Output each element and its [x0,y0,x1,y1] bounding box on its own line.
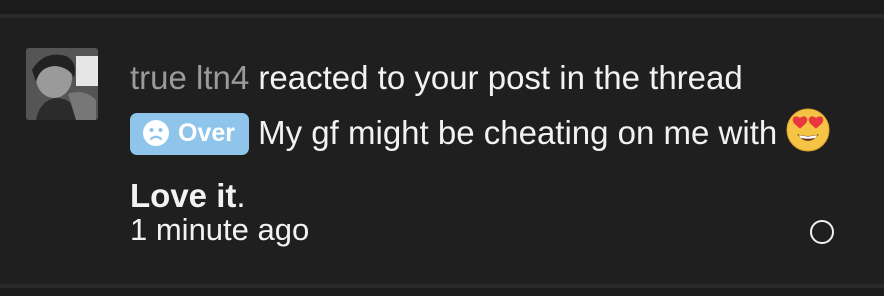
circle-outline-icon[interactable] [810,220,834,244]
alert-text: true ltn4 reacted to your post in the th… [130,50,850,223]
sad-face-icon [142,119,170,159]
action-text: reacted to your post in the thread [249,59,743,96]
timestamp[interactable]: 1 minute ago [130,208,309,252]
thread-prefix-badge: Over [130,113,249,155]
avatar[interactable] [26,48,98,120]
thread-prefix-label: Over [178,119,235,147]
thread-title-link[interactable]: My gf might be cheating on me with [249,114,786,151]
bottom-divider [0,284,884,288]
username-link[interactable]: true ltn4 [130,59,249,96]
heart-eyes-emoji-icon [786,108,830,168]
alert-item[interactable]: true ltn4 reacted to your post in the th… [0,18,884,284]
